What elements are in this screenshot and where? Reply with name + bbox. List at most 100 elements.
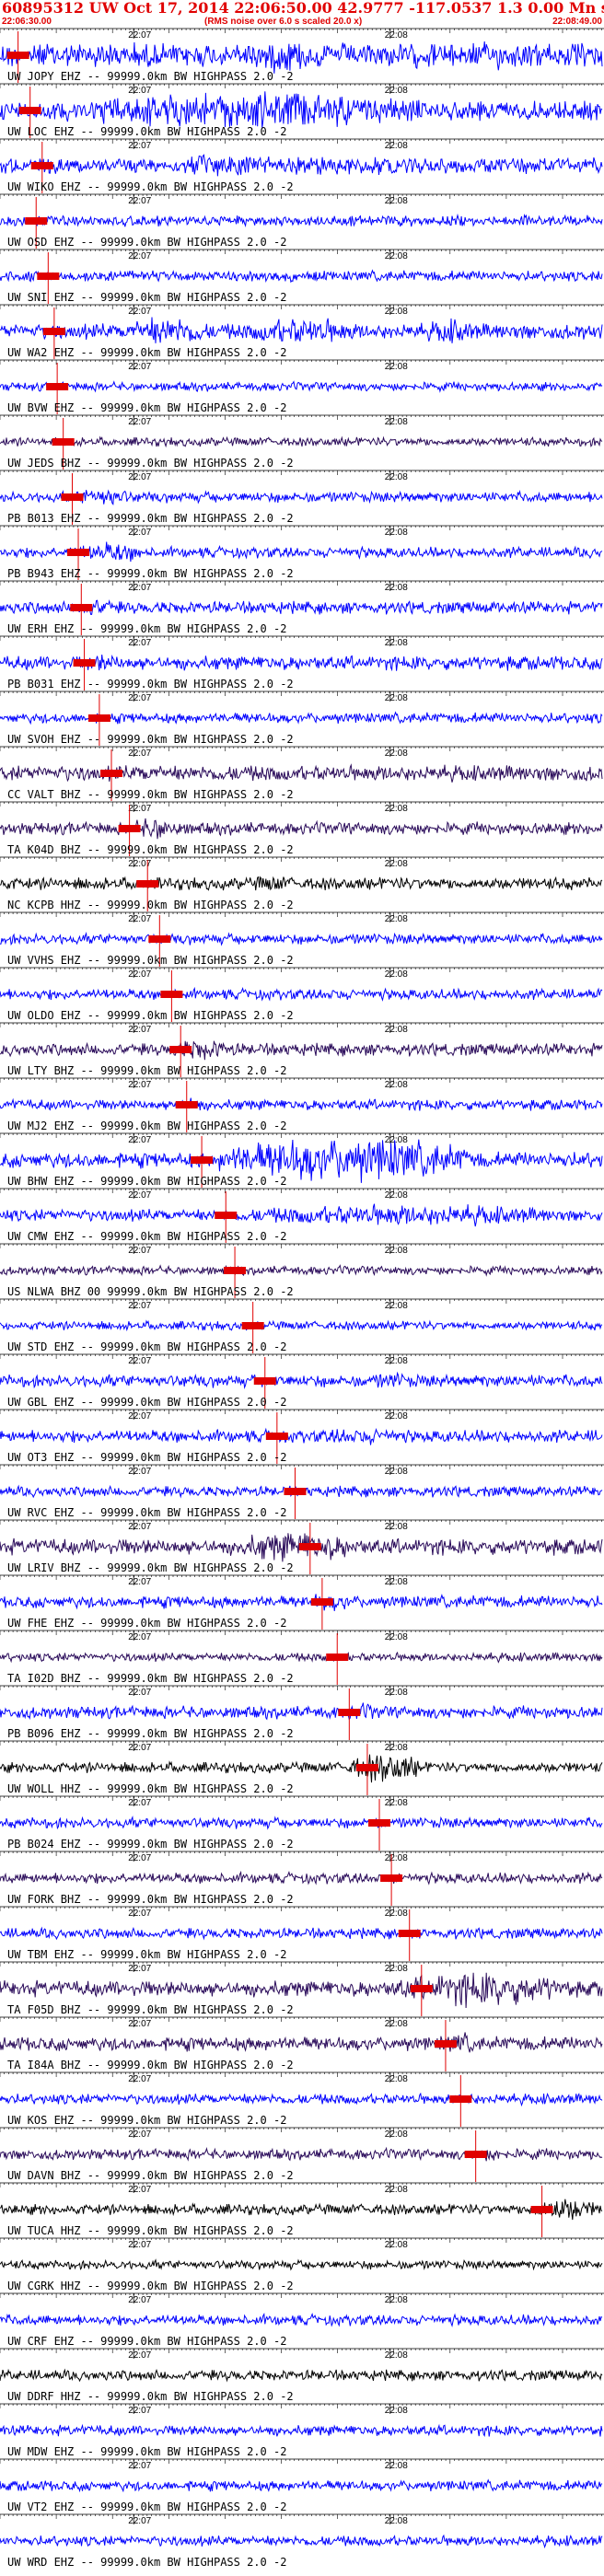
- tick-label: 22:07: [128, 1798, 151, 1808]
- tick-label: 22:08: [385, 528, 408, 538]
- station-label: UW OLDO EHZ -- 99999.0km BW HIGHPASS 2.0…: [7, 1009, 294, 1022]
- station-label: TA I02D BHZ -- 99999.0km BW HIGHPASS 2.0…: [7, 1672, 294, 1685]
- tick-label: 22:07: [128, 417, 151, 427]
- tick-label: 22:07: [128, 693, 151, 703]
- tick-label: 22:08: [385, 638, 408, 648]
- tick-label: 22:07: [128, 748, 151, 759]
- tick-label: 22:08: [385, 30, 408, 41]
- tick-label: 22:08: [385, 1522, 408, 1532]
- tick-label: 22:07: [128, 30, 151, 41]
- tick-label: 22:07: [128, 1577, 151, 1587]
- waveform: [0, 818, 603, 840]
- tick-label: 22:08: [385, 1301, 408, 1311]
- tick-label: 22:07: [128, 251, 151, 261]
- tick-label: 22:08: [385, 1688, 408, 1698]
- station-label: NC KCPB HHZ -- 99999.0km BW HIGHPASS 2.0…: [7, 899, 294, 911]
- tick-label: 22:08: [385, 1411, 408, 1421]
- tick-label: 22:08: [385, 307, 408, 317]
- tick-label: 22:07: [128, 1632, 151, 1642]
- tick-label: 22:08: [385, 804, 408, 814]
- tick-label: 22:07: [128, 307, 151, 317]
- waveform: [0, 91, 603, 128]
- tick-label: 22:07: [128, 914, 151, 924]
- tick-label: 22:07: [128, 804, 151, 814]
- station-label: UW LOC EHZ -- 99999.0km BW HIGHPASS 2.0 …: [7, 125, 286, 138]
- tick-label: 22:08: [385, 1632, 408, 1642]
- end-time: 22:08:49.00: [552, 17, 602, 27]
- tick-label: 22:08: [385, 1356, 408, 1366]
- waveform: [0, 1594, 603, 1611]
- waveform: [0, 1040, 603, 1061]
- rms-note: (RMS noise over 6.0 s scaled 20.0 x): [204, 17, 362, 27]
- tick-label: 22:08: [385, 472, 408, 482]
- station-label: CC VALT BHZ -- 99999.0km BW HIGHPASS 2.0…: [7, 788, 294, 801]
- tick-label: 22:08: [385, 251, 408, 261]
- waveform: [0, 541, 603, 563]
- station-label: PB B031 EHZ -- 99999.0km BW HIGHPASS 2.0…: [7, 678, 294, 690]
- tick-label: 22:08: [385, 1190, 408, 1201]
- tick-label: 22:08: [385, 1577, 408, 1587]
- waveform: [0, 986, 603, 1002]
- tick-label: 22:07: [128, 1411, 151, 1421]
- tick-label: 22:07: [128, 86, 151, 96]
- station-label: UW BHW EHZ -- 99999.0km BW HIGHPASS 2.0 …: [7, 1175, 286, 1188]
- tick-label: 22:07: [128, 196, 151, 206]
- tick-label: 22:08: [385, 1135, 408, 1145]
- start-time: 22:06:30.00: [2, 17, 52, 27]
- station-label: PB B943 EHZ -- 99999.0km BW HIGHPASS 2.0…: [7, 567, 294, 580]
- station-label: UW SNI EHZ -- 99999.0km BW HIGHPASS 2.0 …: [7, 291, 286, 304]
- waveform: [0, 1651, 603, 1664]
- waveform: [0, 1754, 603, 1783]
- station-label: UW OSD EHZ -- 99999.0km BW HIGHPASS 2.0 …: [7, 236, 286, 249]
- tick-label: 22:07: [128, 141, 151, 151]
- waveform: [0, 435, 603, 448]
- tick-label: 22:08: [385, 1743, 408, 1753]
- tick-label: 22:08: [385, 1798, 408, 1808]
- station-label: UW LTY BHZ -- 99999.0km BW HIGHPASS 2.0 …: [7, 1064, 286, 1077]
- station-label: UW BVW EHZ -- 99999.0km BW HIGHPASS 2.0 …: [7, 401, 286, 414]
- station-label: US NLWA BHZ 00 99999.0km BW HIGHPASS 2.0…: [7, 1285, 294, 1298]
- tick-label: 22:07: [128, 638, 151, 648]
- tick-label: 22:07: [128, 1190, 151, 1201]
- event-title: 60895312 UW Oct 17, 2014 22:06:50.00 42.…: [2, 0, 604, 17]
- tick-label: 22:08: [385, 1080, 408, 1090]
- waveform: [0, 763, 603, 783]
- waveform: [0, 41, 603, 74]
- waveform: [0, 1203, 603, 1227]
- waveform: [0, 1371, 603, 1389]
- station-label: UW GBL EHZ -- 99999.0km BW HIGHPASS 2.0 …: [7, 1396, 286, 1409]
- tick-label: 22:07: [128, 1467, 151, 1477]
- tick-label: 22:08: [385, 583, 408, 593]
- station-label: PB B013 EHZ -- 99999.0km BW HIGHPASS 2.0…: [7, 512, 294, 525]
- tick-label: 22:07: [128, 1743, 151, 1753]
- tick-label: 22:07: [128, 1301, 151, 1311]
- station-label: PB B096 EHZ -- 99999.0km BW HIGHPASS 2.0…: [7, 1727, 294, 1740]
- tick-label: 22:08: [385, 417, 408, 427]
- tick-label: 22:07: [128, 1025, 151, 1035]
- waveform: [0, 380, 603, 393]
- tick-label: 22:08: [385, 141, 408, 151]
- waveform: [0, 269, 603, 284]
- tick-label: 22:08: [385, 362, 408, 372]
- station-label: TA K04D BHZ -- 99999.0km BW HIGHPASS 2.0…: [7, 843, 294, 856]
- waveform: [0, 1097, 603, 1112]
- tick-label: 22:07: [128, 1246, 151, 1256]
- station-label: UW CMW EHZ -- 99999.0km BW HIGHPASS 2.0 …: [7, 1230, 286, 1243]
- tick-label: 22:07: [128, 1688, 151, 1698]
- station-label: UW VVHS EHZ -- 99999.0km BW HIGHPASS 2.0…: [7, 954, 294, 967]
- tick-label: 22:07: [128, 1522, 151, 1532]
- station-label: PB B024 EHZ -- 99999.0km BW HIGHPASS 2.0…: [7, 1838, 294, 1851]
- station-label: UW JOPY EHZ -- 99999.0km BW HIGHPASS 2.0…: [7, 70, 294, 83]
- station-label: UW MJ2 EHZ -- 99999.0km BW HIGHPASS 2.0 …: [7, 1120, 286, 1132]
- waveform: [0, 1427, 603, 1445]
- tick-label: 22:08: [385, 748, 408, 759]
- waveform: [0, 317, 603, 343]
- seismogram-plot: 60895312 UW Oct 17, 2014 22:06:50.00 42.…: [0, 0, 604, 2569]
- tick-label: 22:07: [128, 1080, 151, 1090]
- tick-label: 22:07: [128, 528, 151, 538]
- tick-label: 22:08: [385, 86, 408, 96]
- station-label: UW FHE EHZ -- 99999.0km BW HIGHPASS 2.0 …: [7, 1617, 286, 1630]
- tick-label: 22:08: [385, 1025, 408, 1035]
- station-label: UW JEDS BHZ -- 99999.0km BW HIGHPASS 2.0…: [7, 457, 294, 470]
- waveform: [0, 931, 603, 946]
